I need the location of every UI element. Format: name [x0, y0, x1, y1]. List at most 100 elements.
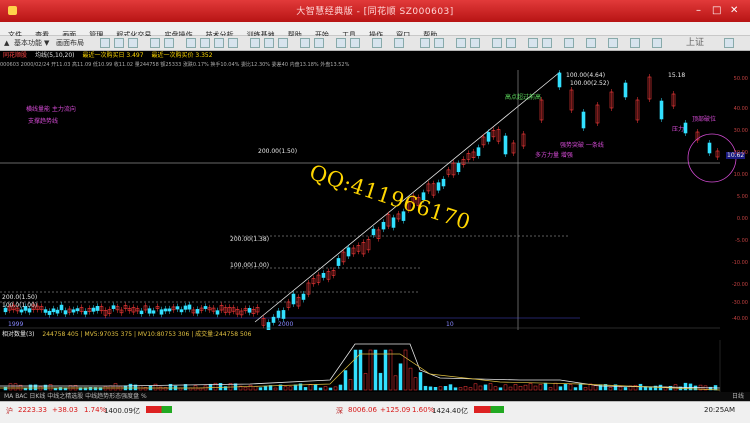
ray-icon[interactable]	[456, 38, 466, 48]
parallel-line-icon[interactable]	[434, 38, 444, 48]
ma-value-2: 最近一次购买价 3.352	[151, 52, 213, 59]
lock-icon[interactable]	[652, 38, 662, 48]
volume-bar	[683, 382, 688, 391]
magnet-icon[interactable]	[394, 38, 404, 48]
volume-bar	[353, 349, 358, 391]
sh-index-pct: 1.74%	[84, 406, 107, 414]
date-label-1: 1999	[8, 321, 24, 328]
volume-svg[interactable]	[0, 340, 750, 392]
volume-bar	[333, 386, 338, 391]
arrow-icon[interactable]	[564, 38, 574, 48]
volume-bar	[608, 387, 613, 391]
volume-bar	[128, 383, 133, 391]
text-icon[interactable]	[228, 38, 238, 48]
volume-bar	[288, 386, 293, 391]
axis-tick: 5.00	[736, 194, 748, 200]
search-icon[interactable]	[724, 38, 734, 48]
chart-type-icon[interactable]	[100, 38, 110, 48]
fib-label-2: 200.00(1.38)	[230, 236, 270, 243]
grid-icon[interactable]	[250, 38, 260, 48]
annotation-breakout: 强势突破 一条线	[560, 142, 604, 149]
peak-label-1: 100.00(4.64)	[566, 72, 606, 79]
toolbar-basic-button[interactable]: 基本功能	[14, 38, 42, 48]
volume-bar	[463, 386, 468, 391]
sh-index-amount: 1400.09亿	[104, 407, 140, 415]
volume-bar	[283, 386, 288, 391]
sz-index-amount: 1424.40亿	[432, 407, 468, 415]
right-price-axis: 50.00 40.00 30.00 20.00 10.00 5.00 0.00 …	[720, 70, 750, 330]
indicator-icon[interactable]	[186, 38, 196, 48]
date-label-3: 10	[446, 321, 454, 328]
fib-label-3: 100.00(1.00)	[230, 262, 270, 269]
volume-bar	[418, 372, 423, 391]
volume-bar	[343, 370, 348, 391]
settings-icon[interactable]	[350, 38, 360, 48]
toolbar-arrow-up[interactable]: ▲	[4, 38, 9, 48]
volume-bar	[363, 373, 368, 391]
cycle-icon[interactable]	[542, 38, 552, 48]
status-period[interactable]: 日线	[732, 392, 744, 401]
weekly-icon[interactable]	[300, 38, 310, 48]
volume-bar	[538, 384, 543, 391]
zoom-out-icon[interactable]	[128, 38, 138, 48]
volume-bar	[293, 384, 298, 391]
zoom-in-icon[interactable]	[114, 38, 124, 48]
sh-index-value: 2223.33	[18, 406, 47, 414]
volume-bar	[378, 372, 383, 391]
volume-bar	[448, 384, 453, 391]
volume-bar	[508, 386, 513, 391]
undo-icon[interactable]	[630, 38, 640, 48]
volume-bar	[453, 387, 458, 391]
ellipse-icon[interactable]	[586, 38, 596, 48]
fib-line-icon[interactable]	[420, 38, 430, 48]
volume-bar	[303, 387, 308, 391]
toolbar-layout-button[interactable]: 画面布局	[56, 38, 84, 48]
volume-bar	[618, 386, 623, 391]
maximize-icon[interactable]: □	[712, 5, 721, 16]
date-label-2: 2000	[278, 321, 294, 328]
sh-index-change: +38.03	[52, 406, 78, 414]
volume-bar	[358, 349, 363, 391]
monthly-icon[interactable]	[314, 38, 324, 48]
sz-index-icon[interactable]: 深	[336, 406, 343, 416]
volume-bar	[543, 382, 548, 391]
refresh-icon[interactable]	[164, 38, 174, 48]
minimize-icon[interactable]: –	[696, 5, 701, 16]
volume-bar	[548, 387, 553, 391]
peak-label-3: 100.00(2.52)	[570, 80, 610, 87]
toolbar-arrow-down[interactable]: ▼	[44, 38, 49, 48]
volume-bar	[473, 383, 478, 391]
left-low-label-1: 200.0(1.50)	[2, 294, 38, 301]
close-icon[interactable]: ✕	[730, 5, 738, 16]
axis-tick: -40.00	[731, 316, 748, 322]
volume-bar	[593, 385, 598, 391]
volume-bar	[408, 367, 413, 391]
volume-bar	[368, 349, 373, 391]
arc-icon[interactable]	[470, 38, 480, 48]
volume-title: 相对数量(3)	[2, 331, 35, 338]
color-icon[interactable]	[336, 38, 346, 48]
volume-bar	[313, 384, 318, 391]
circle-icon[interactable]	[528, 38, 538, 48]
channel-icon[interactable]	[492, 38, 502, 48]
layout-icon[interactable]	[372, 38, 382, 48]
draw-line-icon[interactable]	[200, 38, 210, 48]
draw-rect-icon[interactable]	[214, 38, 224, 48]
volume-bar	[273, 387, 278, 391]
volume-bar	[433, 387, 438, 391]
volume-bar	[493, 386, 498, 391]
cursor-icon[interactable]	[150, 38, 160, 48]
gann-icon[interactable]	[506, 38, 516, 48]
info-icon[interactable]	[264, 38, 274, 48]
volume-bar	[398, 363, 403, 391]
f10-icon[interactable]	[278, 38, 288, 48]
annotation-box: 多方力量 增强	[535, 152, 573, 159]
menu-bar: 文件 查看 画面 管理 程式化交易 实盘操作 技术分析 训练基地 帮助 开始 工…	[0, 22, 750, 39]
volume-bar	[3, 386, 8, 391]
volume-bar	[383, 349, 388, 391]
delete-icon[interactable]	[608, 38, 618, 48]
volume-bar	[253, 386, 258, 391]
volume-bar	[348, 379, 353, 391]
volume-bar	[308, 384, 313, 391]
sh-index-icon[interactable]: 沪	[6, 406, 13, 416]
